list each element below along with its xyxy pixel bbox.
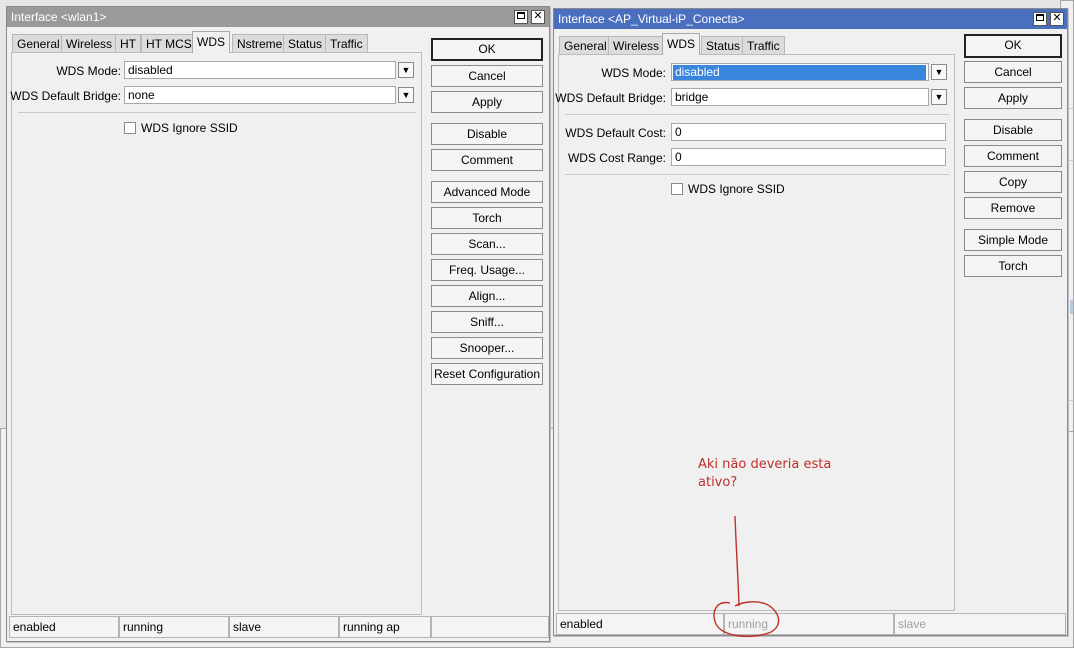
status-empty	[431, 616, 549, 638]
window-title-bar[interactable]: Interface <AP_Virtual-iP_Conecta>	[554, 9, 1067, 29]
tab-wireless[interactable]: Wireless	[61, 34, 118, 53]
status-running: running	[724, 613, 894, 635]
torch-button[interactable]: Torch	[964, 255, 1062, 277]
ok-button[interactable]: OK	[431, 38, 543, 61]
wds-cost-range-label: WDS Cost Range:	[567, 151, 666, 165]
tab-traffic[interactable]: Traffic	[325, 34, 368, 53]
advanced-mode-button[interactable]: Advanced Mode	[431, 181, 543, 203]
reset-configuration-button[interactable]: Reset Configuration	[431, 363, 543, 385]
wds-mode-value: disabled	[128, 63, 173, 77]
tab-traffic[interactable]: Traffic	[742, 36, 785, 55]
close-icon: ✕	[533, 10, 543, 22]
freq-usage-button[interactable]: Freq. Usage...	[431, 259, 543, 281]
tab-status[interactable]: Status	[701, 36, 746, 55]
wds-default-bridge-select[interactable]: none	[124, 86, 396, 104]
status-running: running	[119, 616, 229, 638]
wds-mode-dropdown-icon[interactable]: ▼	[398, 62, 414, 78]
cancel-button[interactable]: Cancel	[431, 65, 543, 87]
wds-default-bridge-label: WDS Default Bridge:	[10, 89, 121, 103]
status-bar: enabled running slave	[556, 613, 1066, 635]
wds-mode-label: WDS Mode:	[601, 66, 666, 80]
tab-status[interactable]: Status	[283, 34, 328, 53]
maximize-icon	[517, 11, 525, 19]
maximize-icon	[1036, 13, 1044, 21]
wds-default-bridge-label: WDS Default Bridge:	[555, 91, 666, 105]
wds-default-bridge-value: bridge	[675, 90, 709, 104]
wds-ignore-ssid-label: WDS Ignore SSID	[141, 121, 238, 135]
close-button[interactable]: ✕	[531, 10, 545, 24]
apply-button[interactable]: Apply	[431, 91, 543, 113]
simple-mode-button[interactable]: Simple Mode	[964, 229, 1062, 251]
wds-mode-select[interactable]: disabled	[671, 63, 929, 81]
comment-button[interactable]: Comment	[431, 149, 543, 171]
background-selected-row	[1070, 300, 1073, 314]
cancel-button[interactable]: Cancel	[964, 61, 1062, 83]
maximize-button[interactable]	[514, 10, 528, 24]
interface-ap-virtual-window: Interface <AP_Virtual-iP_Conecta> ✕ Gene…	[553, 8, 1068, 636]
divider	[18, 112, 416, 113]
wds-default-bridge-select[interactable]: bridge	[671, 88, 929, 106]
status-slave: slave	[229, 616, 339, 638]
interface-wlan1-window: Interface <wlan1> ✕ General Wireless HT …	[6, 6, 550, 642]
wds-ignore-ssid-row[interactable]: WDS Ignore SSID	[671, 182, 785, 196]
disable-button[interactable]: Disable	[964, 119, 1062, 141]
divider	[565, 174, 949, 175]
wds-ignore-ssid-checkbox[interactable]	[124, 122, 136, 134]
ok-button[interactable]: OK	[964, 34, 1062, 58]
status-slave: slave	[894, 613, 1066, 635]
wds-mode-dropdown-icon[interactable]: ▼	[931, 64, 947, 80]
tab-bar: General Wireless HT HT MCS WDS Nstreme S…	[12, 31, 432, 53]
close-button[interactable]: ✕	[1050, 12, 1064, 26]
close-icon: ✕	[1052, 12, 1062, 24]
snooper-button[interactable]: Snooper...	[431, 337, 543, 359]
wds-ignore-ssid-checkbox[interactable]	[671, 183, 683, 195]
wds-ignore-ssid-label: WDS Ignore SSID	[688, 182, 785, 196]
wds-default-cost-input[interactable]: 0	[671, 123, 946, 141]
copy-button[interactable]: Copy	[964, 171, 1062, 193]
window-title: Interface <wlan1>	[11, 10, 107, 24]
window-title: Interface <AP_Virtual-iP_Conecta>	[558, 12, 745, 26]
tab-wds[interactable]: WDS	[192, 31, 230, 53]
apply-button[interactable]: Apply	[964, 87, 1062, 109]
tab-ht-mcs[interactable]: HT MCS	[141, 34, 197, 53]
sniff-button[interactable]: Sniff...	[431, 311, 543, 333]
tab-wds[interactable]: WDS	[662, 33, 700, 55]
align-button[interactable]: Align...	[431, 285, 543, 307]
wds-mode-value: disabled	[673, 65, 926, 80]
disable-button[interactable]: Disable	[431, 123, 543, 145]
divider	[565, 114, 949, 115]
annotation-text: Aki não deveria esta ativo?	[698, 457, 832, 490]
tab-nstreme[interactable]: Nstreme	[232, 34, 288, 53]
tab-general[interactable]: General	[559, 36, 612, 55]
wds-cost-range-input[interactable]: 0	[671, 148, 946, 166]
wds-default-bridge-dropdown-icon[interactable]: ▼	[931, 89, 947, 105]
status-enabled: enabled	[9, 616, 119, 638]
maximize-button[interactable]	[1033, 12, 1047, 26]
window-title-bar[interactable]: Interface <wlan1>	[7, 7, 549, 27]
tab-bar: General Wireless WDS Status Traffic	[559, 33, 959, 55]
wds-default-bridge-value: none	[128, 88, 155, 102]
scan-button[interactable]: Scan...	[431, 233, 543, 255]
wds-default-bridge-dropdown-icon[interactable]: ▼	[398, 87, 414, 103]
tab-general[interactable]: General	[12, 34, 65, 53]
tab-ht[interactable]: HT	[115, 34, 141, 53]
wds-ignore-ssid-row[interactable]: WDS Ignore SSID	[124, 121, 238, 135]
wds-default-cost-label: WDS Default Cost:	[565, 126, 666, 140]
status-enabled: enabled	[556, 613, 724, 635]
comment-button[interactable]: Comment	[964, 145, 1062, 167]
wds-mode-label: WDS Mode:	[56, 64, 121, 78]
wds-panel: WDS Mode: disabled ▼ WDS Default Bridge:…	[10, 52, 422, 615]
remove-button[interactable]: Remove	[964, 197, 1062, 219]
status-bar: enabled running slave running ap	[9, 616, 549, 638]
torch-button[interactable]: Torch	[431, 207, 543, 229]
status-running-ap: running ap	[339, 616, 431, 638]
tab-wireless[interactable]: Wireless	[608, 36, 665, 55]
wds-panel: WDS Mode: disabled ▼ WDS Default Bridge:…	[555, 54, 955, 611]
wds-mode-select[interactable]: disabled	[124, 61, 396, 79]
